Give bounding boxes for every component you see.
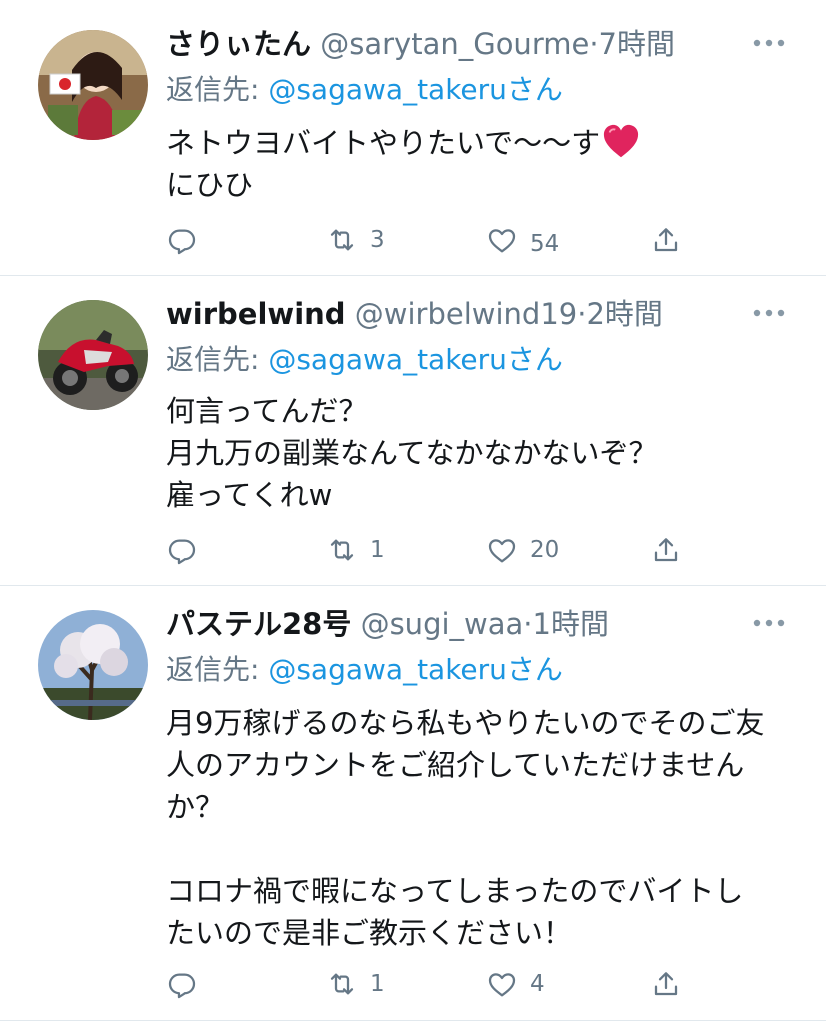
share-button[interactable] xyxy=(650,220,682,260)
heart-icon xyxy=(488,973,516,997)
retweet-icon xyxy=(330,539,354,561)
reply-mention-link[interactable]: @sagawa_takeru xyxy=(268,343,507,376)
heart-emoji xyxy=(604,124,639,158)
retweet-icon xyxy=(330,973,354,995)
like-count: 54 xyxy=(530,231,560,257)
like-button[interactable]: 20 xyxy=(486,530,559,570)
reply-to-line: 返信先: @sagawa_takeruさん xyxy=(166,342,563,378)
divider xyxy=(0,1020,826,1021)
reply-mention-link[interactable]: @sagawa_takeru xyxy=(268,653,507,686)
reply-suffix: さん xyxy=(506,73,563,106)
avatar[interactable] xyxy=(38,300,148,410)
tweet-2[interactable]: wirbelwind @wirbelwind19·2時間 返信先: @sagaw… xyxy=(0,276,826,586)
avatar[interactable] xyxy=(38,610,148,720)
retweet-button[interactable]: 1 xyxy=(326,964,385,1004)
tweet-text-line: か？ xyxy=(166,790,225,824)
share-button[interactable] xyxy=(650,964,682,1004)
tweet-text-line: 月九万の副業なんてなかなかないぞ？ xyxy=(166,436,658,470)
tweet-text-line: 雇ってくれw xyxy=(166,478,333,512)
retweet-count: 1 xyxy=(370,537,385,563)
reply-to-line: 返信先: @sagawa_takeruさん xyxy=(166,652,563,688)
tweet-text-line: たいので是非ご教示ください！ xyxy=(166,916,573,950)
share-icon xyxy=(654,228,678,252)
tweet-text: ネトウヨバイトやりたいで〜〜す にひひ xyxy=(166,122,806,206)
like-button[interactable]: 4 xyxy=(486,964,545,1004)
tweet-1[interactable]: さりぃたん @sarytan_Gourme·7時間 返信先: @sagawa_t… xyxy=(0,0,826,276)
more-options-icon[interactable] xyxy=(752,308,786,318)
tweet-3[interactable]: パステル28号 @sugi_waa·1時間 返信先: @sagawa_taker… xyxy=(0,586,826,1029)
reply-button[interactable] xyxy=(166,964,198,1004)
like-count: 4 xyxy=(530,971,545,997)
tweet-text-line: 人のアカウントをご紹介していただけません xyxy=(166,748,745,782)
timestamp[interactable]: 1時間 xyxy=(533,607,609,641)
user-handle[interactable]: @sugi_waa xyxy=(361,607,524,641)
tweet-actions: 1 20 xyxy=(166,530,726,570)
user-handle[interactable]: @sarytan_Gourme xyxy=(320,27,589,61)
timestamp[interactable]: 7時間 xyxy=(599,27,675,61)
tweet-header: wirbelwind @wirbelwind19·2時間 xyxy=(166,296,663,332)
tweet-text-line: コロナ禍で暇になってしまったのでバイトし xyxy=(166,874,744,908)
avatar-illustration-icon xyxy=(38,30,148,140)
retweet-count: 3 xyxy=(370,227,385,253)
timestamp[interactable]: 2時間 xyxy=(586,297,662,331)
avatar[interactable] xyxy=(38,30,148,140)
heart-icon xyxy=(488,539,516,563)
reply-icon xyxy=(168,539,196,565)
tweet-text-line: 月9万稼げるのなら私もやりたいのでそのご友 xyxy=(166,706,765,740)
separator-dot: · xyxy=(589,27,599,61)
tweet-text-line xyxy=(166,828,806,870)
more-options-icon[interactable] xyxy=(752,618,786,628)
more-options-icon[interactable] xyxy=(752,38,786,48)
retweet-count: 1 xyxy=(370,971,385,997)
reply-mention-link[interactable]: @sagawa_takeru xyxy=(268,73,507,106)
share-icon xyxy=(654,972,678,996)
like-count: 20 xyxy=(530,537,560,563)
tweet-header: さりぃたん @sarytan_Gourme·7時間 xyxy=(166,26,675,62)
reply-icon xyxy=(168,229,196,255)
share-icon xyxy=(654,538,678,562)
reply-to-label: 返信先: xyxy=(166,343,269,376)
reply-icon xyxy=(168,973,196,999)
avatar-tree-icon xyxy=(38,610,148,720)
retweet-icon xyxy=(330,229,354,251)
display-name[interactable]: さりぃたん xyxy=(166,27,311,61)
tweet-text-line: 何言ってんだ？ xyxy=(166,394,368,428)
separator-dot: · xyxy=(523,607,533,641)
user-handle[interactable]: @wirbelwind19 xyxy=(355,297,577,331)
share-button[interactable] xyxy=(650,530,682,570)
reply-button[interactable] xyxy=(166,220,198,260)
tweet-text-line: にひひ xyxy=(166,168,254,202)
reply-to-label: 返信先: xyxy=(166,73,269,106)
tweet-actions: 1 4 xyxy=(166,964,726,1004)
display-name[interactable]: パステル28号 xyxy=(166,607,351,641)
avatar-motorcycle-icon xyxy=(38,300,148,410)
reply-suffix: さん xyxy=(506,343,563,376)
tweet-header: パステル28号 @sugi_waa·1時間 xyxy=(166,606,609,642)
tweet-actions: 3 54 xyxy=(166,220,726,260)
tweet-text: 何言ってんだ？ 月九万の副業なんてなかなかないぞ？ 雇ってくれw xyxy=(166,390,806,516)
like-button[interactable]: 54 xyxy=(486,220,559,260)
reply-to-label: 返信先: xyxy=(166,653,269,686)
reply-button[interactable] xyxy=(166,530,198,570)
retweet-button[interactable]: 3 xyxy=(326,220,385,260)
tweet-text: 月9万稼げるのなら私もやりたいのでそのご友 人のアカウントをご紹介していただけま… xyxy=(166,702,806,954)
reply-suffix: さん xyxy=(506,653,563,686)
reply-to-line: 返信先: @sagawa_takeruさん xyxy=(166,72,563,108)
heart-icon xyxy=(488,229,516,253)
retweet-button[interactable]: 1 xyxy=(326,530,385,570)
tweet-text-line: ネトウヨバイトやりたいで〜〜す xyxy=(166,122,806,164)
display-name[interactable]: wirbelwind xyxy=(166,297,346,331)
